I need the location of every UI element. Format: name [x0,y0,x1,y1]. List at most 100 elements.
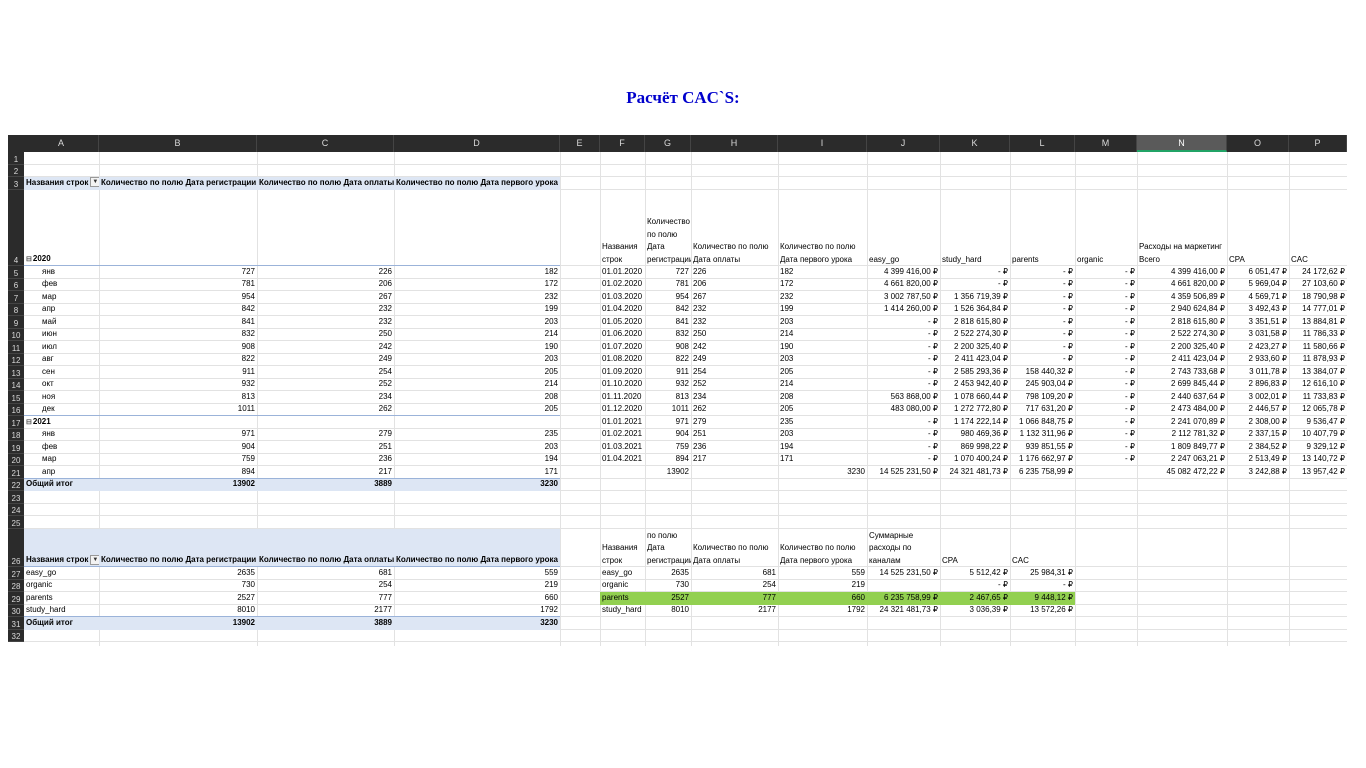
table1-cell-cac[interactable]: 18 790,98 ₽ [1289,291,1347,304]
table1-cell-cpa[interactable]: 6 051,47 ₽ [1227,266,1289,279]
table1-cell-marketing-total[interactable]: 2 473 484,00 ₽ [1137,403,1227,416]
pivot1-row-pay[interactable]: 250 [257,328,394,341]
table1-cell-parents[interactable]: 1 176 662,97 ₽ [1010,453,1075,466]
pivot1-row-pay[interactable]: 226 [257,266,394,279]
pivot1-row-pay[interactable]: 249 [257,353,394,366]
table1-cell-reg[interactable]: 822 [645,353,691,366]
table1-cell-organic[interactable]: - ₽ [1075,278,1137,291]
row-header-8[interactable]: 8 [8,303,24,316]
table2-cell-lesson[interactable]: 219 [778,579,867,592]
table1-cell-pay[interactable]: 206 [691,278,778,291]
table1-cell-lesson[interactable]: 205 [778,366,867,379]
table1-cell-parents[interactable]: 798 109,20 ₽ [1010,391,1075,404]
table1-cell-marketing-total[interactable]: 2 818 615,80 ₽ [1137,316,1227,329]
table1-cell-lesson[interactable]: 172 [778,278,867,291]
table1-cell-cac[interactable]: 13 140,72 ₽ [1289,453,1347,466]
table1-cell-marketing-total[interactable]: 2 247 063,21 ₽ [1137,453,1227,466]
table1-cell-cpa[interactable]: 3 492,43 ₽ [1227,303,1289,316]
table1-cell-easy-go[interactable]: 4 661 820,00 ₽ [867,278,940,291]
table1-cell-organic[interactable]: - ₽ [1075,366,1137,379]
table1-cell-cpa[interactable]: 5 969,04 ₽ [1227,278,1289,291]
table1-cell-parents[interactable]: 245 903,04 ₽ [1010,378,1075,391]
row-header-23[interactable]: 23 [8,491,24,504]
table1-cell-reg[interactable]: 971 [645,416,691,429]
table1-cell-pay[interactable]: 267 [691,291,778,304]
column-header-g[interactable]: G [645,135,691,152]
table1-cell-pay[interactable]: 234 [691,391,778,404]
table1-header-lesson[interactable]: Количество по полю Дата первого урока [778,190,867,267]
table2-cell-reg[interactable]: 2635 [645,567,691,580]
table1-cell-cpa[interactable]: 4 569,71 ₽ [1227,291,1289,304]
table1-cell-rows[interactable]: 01.08.2020 [600,353,645,366]
table1-cell-pay[interactable]: 226 [691,266,778,279]
pivot1-row-lesson[interactable]: 182 [394,266,560,279]
table2-cell-pay[interactable]: 2177 [691,604,778,617]
table1-cell-cac[interactable]: 13 884,81 ₽ [1289,316,1347,329]
table1-cell-pay[interactable]: 252 [691,378,778,391]
table1-cell-cac[interactable]: 9 536,47 ₽ [1289,416,1347,429]
table1-header-parents[interactable]: parents [1010,190,1075,267]
table2-cell-rows[interactable]: easy_go [600,567,645,580]
table1-cell-study-hard[interactable]: 1 526 364,84 ₽ [940,303,1010,316]
table1-cell-cac[interactable]: 12 616,10 ₽ [1289,378,1347,391]
table1-cell-easy-go[interactable]: - ₽ [867,378,940,391]
pivot1-header-pay[interactable]: Количество по полю Дата оплаты [257,177,394,190]
pivot1-row-month[interactable]: янв [24,266,99,279]
table2-header-cpa[interactable]: CPA [940,529,1010,568]
table1-cell-cpa[interactable]: 2 337,15 ₽ [1227,428,1289,441]
table1-cell-pay[interactable]: 254 [691,366,778,379]
table1-cell-parents[interactable]: - ₽ [1010,266,1075,279]
table2-cell-cac[interactable]: 13 572,26 ₽ [1010,604,1075,617]
table1-cell-lesson[interactable]: 232 [778,291,867,304]
pivot1-row-lesson[interactable]: 232 [394,291,560,304]
table1-cell-cpa[interactable]: 2 513,49 ₽ [1227,453,1289,466]
pivot2-total-reg[interactable]: 13902 [99,617,257,630]
table1-cell-cpa[interactable]: 3 351,51 ₽ [1227,316,1289,329]
table1-header-study-hard[interactable]: study_hard [940,190,1010,267]
table1-cell-marketing-total[interactable]: 2 200 325,40 ₽ [1137,341,1227,354]
pivot1-year-2021[interactable]: ⊟2021 [24,416,99,429]
pivot1-row-reg[interactable]: 813 [99,391,257,404]
pivot1-row-pay[interactable]: 251 [257,441,394,454]
table1-total-study-hard[interactable]: 24 321 481,73 ₽ [940,466,1010,479]
table1-cell-cpa[interactable]: 2 896,83 ₽ [1227,378,1289,391]
row-header-4[interactable]: 4 [8,189,24,266]
table1-cell-marketing-total[interactable]: 2 112 781,32 ₽ [1137,428,1227,441]
filter-dropdown-icon[interactable]: ▼ [90,177,99,188]
pivot2-row-lesson[interactable]: 660 [394,592,560,605]
pivot1-row-month[interactable]: июн [24,328,99,341]
table1-cell-lesson[interactable]: 235 [778,416,867,429]
collapse-icon[interactable]: ⊟ [26,417,32,429]
table1-cell-marketing-total[interactable]: 2 440 637,64 ₽ [1137,391,1227,404]
table1-cell-parents[interactable]: 1 132 311,96 ₽ [1010,428,1075,441]
row-header-28[interactable]: 28 [8,579,24,592]
column-header-c[interactable]: C [257,135,394,152]
pivot1-row-lesson[interactable]: 199 [394,303,560,316]
table1-cell-cac[interactable]: 11 878,93 ₽ [1289,353,1347,366]
column-header-k[interactable]: K [940,135,1010,152]
table1-cell-reg[interactable]: 832 [645,328,691,341]
table2-header-pay[interactable]: Количество по полю Дата оплаты [691,529,778,568]
pivot1-row-reg[interactable]: 908 [99,341,257,354]
table1-header-pay[interactable]: Количество по полю Дата оплаты [691,190,778,267]
column-header-j[interactable]: J [867,135,940,152]
table1-cell-parents[interactable]: 717 631,20 ₽ [1010,403,1075,416]
pivot2-row-channel[interactable]: organic [24,579,99,592]
pivot1-row-lesson[interactable]: 203 [394,441,560,454]
table1-cell-parents[interactable]: 1 066 848,75 ₽ [1010,416,1075,429]
table1-cell-organic[interactable]: - ₽ [1075,353,1137,366]
table1-cell-cac[interactable]: 10 407,79 ₽ [1289,428,1347,441]
pivot1-header-rows[interactable]: Названия строк ▼ [24,177,99,190]
table1-cell-reg[interactable]: 781 [645,278,691,291]
table1-total-cac[interactable]: 13 957,42 ₽ [1289,466,1347,479]
table1-cell-cac[interactable]: 11 733,83 ₽ [1289,391,1347,404]
table2-cell-lesson[interactable]: 1792 [778,604,867,617]
table1-cell-reg[interactable]: 1011 [645,403,691,416]
table1-cell-reg[interactable]: 842 [645,303,691,316]
table1-cell-cpa[interactable]: 2 446,57 ₽ [1227,403,1289,416]
pivot1-row-reg[interactable]: 954 [99,291,257,304]
pivot2-row-channel[interactable]: easy_go [24,567,99,580]
pivot1-row-reg[interactable]: 759 [99,453,257,466]
table2-cell-pay[interactable]: 777 [691,592,778,605]
table1-cell-lesson[interactable]: 205 [778,403,867,416]
